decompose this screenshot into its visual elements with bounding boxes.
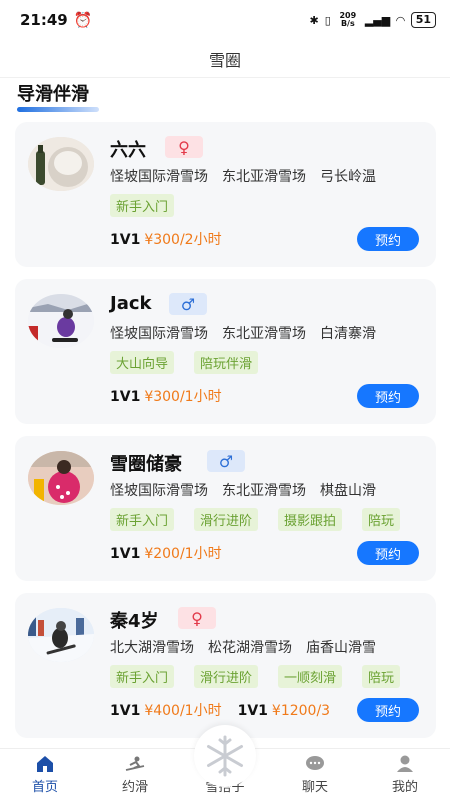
avatar bbox=[28, 608, 94, 662]
profile-icon bbox=[394, 754, 416, 774]
price-package: 1V1 bbox=[110, 389, 141, 405]
coach-name: Jack bbox=[110, 293, 152, 314]
price-amount: ¥1200/3 bbox=[271, 703, 331, 719]
battery-indicator: 51 bbox=[410, 12, 436, 28]
price-package: 1V1 bbox=[110, 546, 141, 562]
section-title: 导滑伴滑 bbox=[17, 80, 99, 112]
book-button[interactable]: 预约 bbox=[357, 384, 419, 408]
avatar bbox=[28, 137, 94, 191]
venue: 白清寨滑 bbox=[320, 326, 376, 342]
gender-female-icon: ♀ bbox=[165, 136, 203, 158]
venue: 东北亚滑雪场 bbox=[222, 326, 306, 342]
tab-ski[interactable]: 约滑 bbox=[90, 749, 180, 800]
home-icon bbox=[34, 754, 56, 774]
snowflake-icon bbox=[194, 725, 256, 787]
venue: 怪坡国际滑雪场 bbox=[110, 169, 208, 185]
price-list: 1V1 ¥200/1小时 bbox=[110, 543, 340, 563]
venue: 松花湖滑雪场 bbox=[208, 640, 292, 656]
tab-profile[interactable]: 我的 bbox=[360, 749, 450, 800]
skill-tag: 一顺刻滑 bbox=[278, 665, 343, 688]
avatar bbox=[28, 294, 94, 348]
venue: 东北亚滑雪场 bbox=[222, 483, 306, 499]
tag-list: 新手入门 bbox=[110, 194, 425, 217]
bluetooth-icon: ✱ bbox=[309, 13, 319, 27]
tab-home[interactable]: 首页 bbox=[0, 749, 90, 800]
status-bar: 21:49 ⏰ ✱ ▯ 209 B/s ▂▄▆ ◠ 51 bbox=[0, 0, 450, 40]
book-button[interactable]: 预约 bbox=[357, 541, 419, 565]
book-button[interactable]: 预约 bbox=[357, 227, 419, 251]
status-right: ✱ ▯ 209 B/s ▂▄▆ ◠ 51 bbox=[310, 12, 436, 28]
price-list: 1V1 ¥300/2小时 bbox=[110, 229, 340, 249]
skill-tag: 新手入门 bbox=[110, 194, 175, 217]
page-title: 雪圈 bbox=[208, 50, 241, 70]
skill-tag: 陪玩伴滑 bbox=[194, 351, 259, 374]
coach-name: 雪圈储豪 bbox=[110, 454, 182, 475]
skill-tag: 大山向导 bbox=[110, 351, 175, 374]
price-list: 1V1 ¥400/1小时 1V1 ¥1200/3 bbox=[110, 700, 340, 720]
tab-label: 我的 bbox=[391, 780, 418, 795]
venue: 东北亚滑雪场 bbox=[222, 169, 306, 185]
price-package: 1V1 bbox=[237, 703, 268, 719]
venue-list: 怪坡国际滑雪场 东北亚滑雪场 棋盘山滑 bbox=[110, 480, 420, 500]
status-left: 21:49 ⏰ bbox=[20, 11, 92, 29]
coach-card[interactable]: 六六 ♀ 怪坡国际滑雪场 东北亚滑雪场 弓长岭温 新手入门 1V1 ¥300/2小时 … bbox=[15, 122, 436, 267]
tab-chat[interactable]: 聊天 bbox=[270, 749, 360, 800]
venue: 棋盘山滑 bbox=[320, 483, 376, 499]
coach-card[interactable]: 雪圈储豪 ♂ 怪坡国际滑雪场 东北亚滑雪场 棋盘山滑 新手入门 滑行进阶 摄影跟拍 … bbox=[15, 436, 436, 581]
venue-list: 怪坡国际滑雪场 东北亚滑雪场 白清寨滑 bbox=[110, 323, 420, 343]
coach-name: 六六 bbox=[110, 140, 146, 161]
tab-label: 首页 bbox=[31, 780, 58, 795]
skill-tag: 新手入门 bbox=[110, 665, 175, 688]
tag-list: 新手入门 滑行进阶 一顺刻滑 陪玩 bbox=[110, 665, 425, 688]
skill-tag: 陪玩 bbox=[362, 665, 401, 688]
venue: 怪坡国际滑雪场 bbox=[110, 326, 208, 342]
vibrate-icon: ▯ bbox=[324, 13, 331, 27]
price-list: 1V1 ¥300/1小时 bbox=[110, 386, 340, 406]
price-package: 1V1 bbox=[110, 232, 141, 248]
coach-card[interactable]: Jack ♂ 怪坡国际滑雪场 东北亚滑雪场 白清寨滑 大山向导 陪玩伴滑 1V1 ¥3… bbox=[15, 279, 436, 424]
net-speed: 209 B/s bbox=[339, 11, 357, 28]
venue-list: 北大湖滑雪场 松花湖滑雪场 庙香山滑雪 bbox=[110, 637, 420, 657]
avatar bbox=[28, 451, 94, 505]
venue: 弓长岭温 bbox=[320, 169, 376, 185]
price-amount: ¥300/2小时 bbox=[144, 232, 222, 248]
section-title-text: 导滑伴滑 bbox=[17, 84, 89, 105]
status-time: 21:49 bbox=[20, 11, 68, 29]
venue: 北大湖滑雪场 bbox=[110, 640, 194, 656]
price-amount: ¥200/1小时 bbox=[144, 546, 222, 562]
coach-card[interactable]: 秦4岁 ♀ 北大湖滑雪场 松花湖滑雪场 庙香山滑雪 新手入门 滑行进阶 一顺刻滑 陪… bbox=[15, 593, 436, 738]
wifi-icon: ◠ bbox=[396, 13, 405, 27]
tab-label: 约滑 bbox=[121, 780, 148, 795]
coach-name: 秦4岁 bbox=[110, 611, 159, 632]
price-amount: ¥400/1小时 bbox=[144, 703, 222, 719]
tag-list: 新手入门 滑行进阶 摄影跟拍 陪玩 bbox=[110, 508, 425, 531]
price-package: 1V1 bbox=[110, 703, 141, 719]
gender-male-icon: ♂ bbox=[207, 450, 245, 472]
skill-tag: 滑行进阶 bbox=[194, 508, 259, 531]
tab-label: 聊天 bbox=[301, 780, 328, 795]
skill-tag: 新手入门 bbox=[110, 508, 175, 531]
skill-tag: 摄影跟拍 bbox=[278, 508, 343, 531]
gender-male-icon: ♂ bbox=[169, 293, 207, 315]
skill-tag: 滑行进阶 bbox=[194, 665, 259, 688]
skill-tag: 陪玩 bbox=[362, 508, 401, 531]
tag-list: 大山向导 陪玩伴滑 bbox=[110, 351, 425, 374]
venue: 庙香山滑雪 bbox=[306, 640, 376, 656]
price-amount: ¥300/1小时 bbox=[144, 389, 222, 405]
ski-icon bbox=[124, 754, 146, 774]
tab-snow-buddy[interactable]: 雪搭子 bbox=[180, 725, 270, 800]
section-title-underline bbox=[17, 107, 99, 112]
alarm-icon: ⏰ bbox=[73, 11, 93, 29]
nav-bar: 雪圈 bbox=[0, 40, 450, 78]
gender-female-icon: ♀ bbox=[178, 607, 216, 629]
chat-icon bbox=[304, 754, 326, 774]
venue-list: 怪坡国际滑雪场 东北亚滑雪场 弓长岭温 bbox=[110, 166, 420, 186]
signal-icon: ▂▄▆ bbox=[364, 13, 391, 27]
bottom-tab-bar: 首页 约滑 雪搭子 聊天 我的 bbox=[0, 725, 450, 800]
book-button[interactable]: 预约 bbox=[357, 698, 419, 722]
venue: 怪坡国际滑雪场 bbox=[110, 483, 208, 499]
